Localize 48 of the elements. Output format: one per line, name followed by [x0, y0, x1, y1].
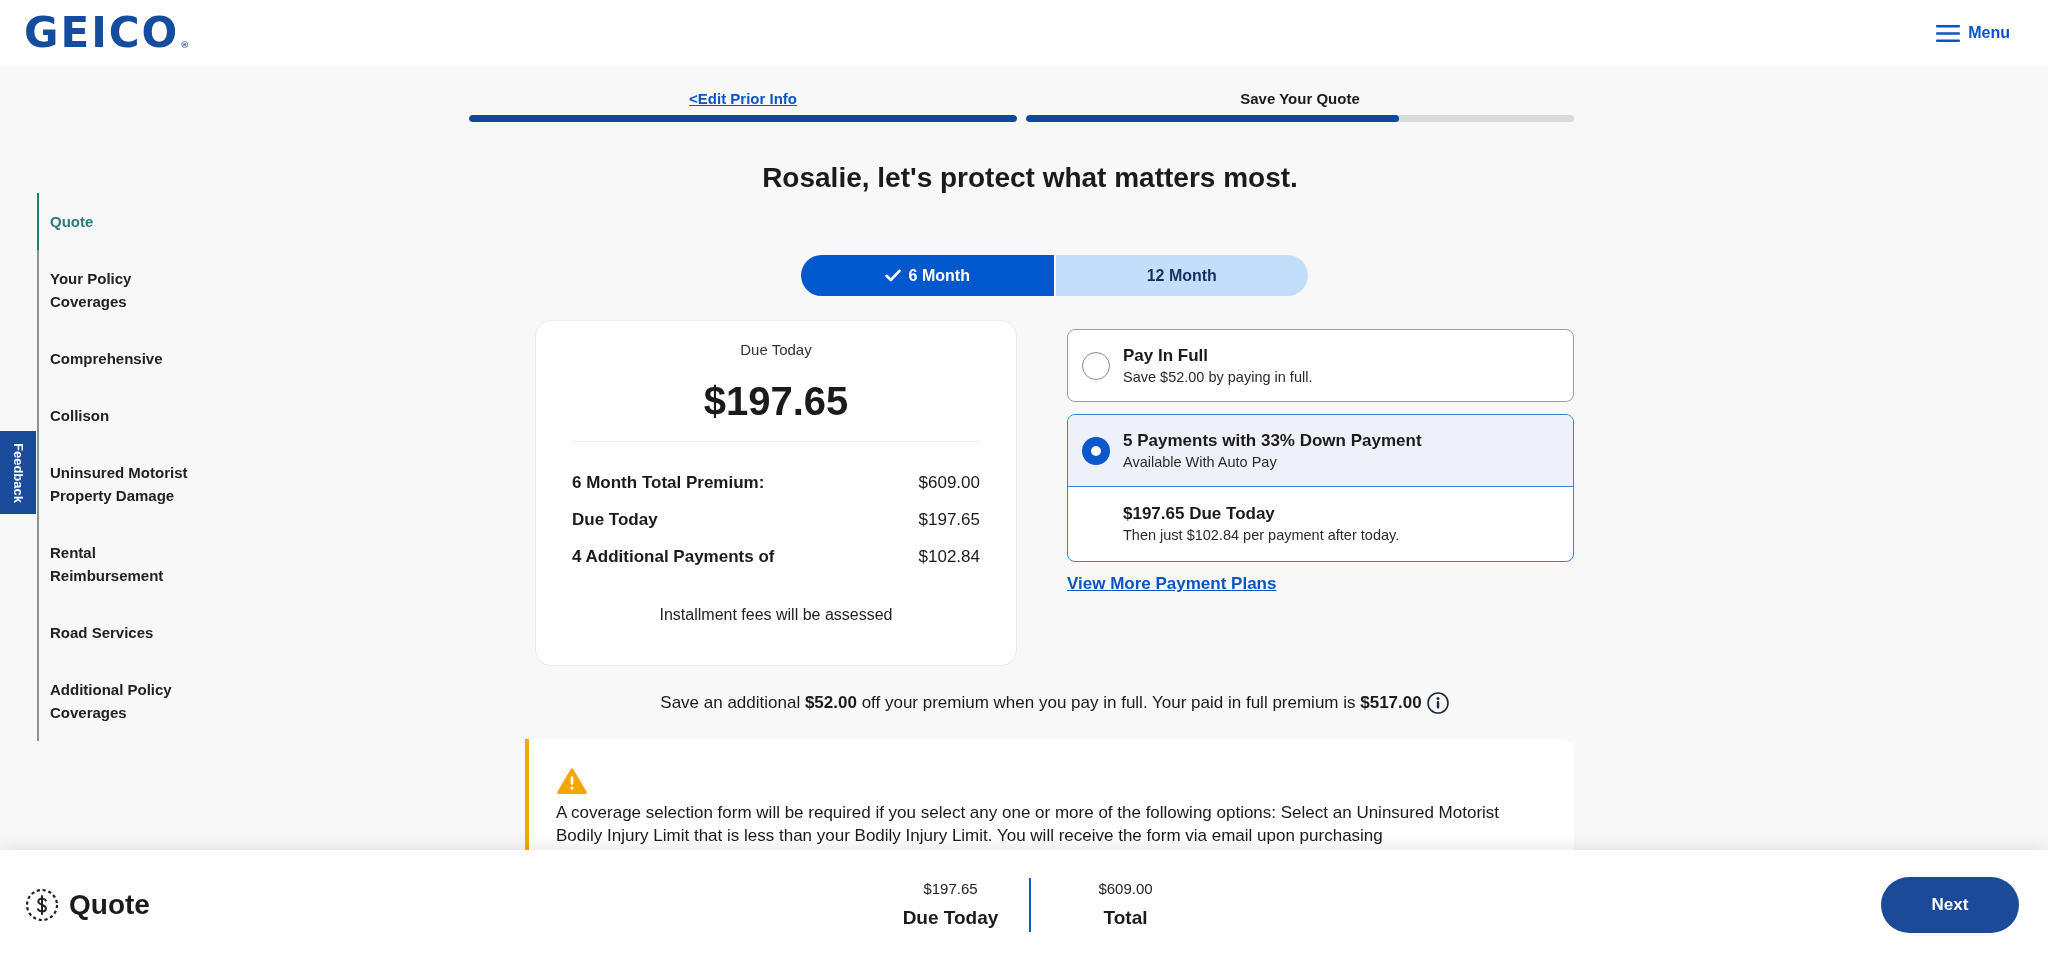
more-plans-link[interactable]: View More Payment Plans — [1067, 573, 1277, 595]
amount-label: Total — [1103, 906, 1148, 930]
menu-icon — [1936, 24, 1961, 42]
summary-caption: Due Today — [739, 341, 813, 359]
check-icon — [884, 269, 901, 282]
feedback-tab[interactable]: Feedback — [0, 431, 36, 514]
footer-title: Quote — [69, 887, 150, 922]
row-label: 6 Month Total Premium: — [572, 472, 765, 494]
payment-option[interactable]: 5 Payments with 33% Down Payment Available With Auto Pay $197.65 Due Today Then just $102.84 per payment after today. — [1067, 414, 1574, 562]
due-amount: $197.65 — [702, 378, 850, 425]
savings-note: Save an additional $52.00 off your premium when you pay in full. Your paid in full premium is $517.00 — [660, 692, 1422, 714]
option-subtitle: Save $52.00 by paying in full. — [1123, 367, 1313, 387]
sidebar-item[interactable]: Collison — [37, 387, 200, 444]
step-label: Save Your Quote — [1240, 90, 1360, 108]
menu-button[interactable]: Menu — [1936, 24, 2010, 42]
term-tab[interactable]: 12 Month — [1055, 255, 1308, 296]
payment-option[interactable]: Pay In Full Save $52.00 by paying in full. — [1067, 329, 1574, 402]
amount-value: $197.65 — [923, 879, 978, 899]
info-icon[interactable] — [1426, 692, 1449, 714]
sidebar-item[interactable]: Comprehensive — [37, 330, 200, 387]
radio-button[interactable] — [1082, 436, 1110, 465]
step-link[interactable]: <Edit Prior Info — [689, 90, 797, 108]
sidebar-item[interactable]: Uninsured Motorist Property Damage — [37, 444, 200, 524]
page-heading: Rosalie, let's protect what matters most. — [761, 161, 1299, 195]
row-value: $102.84 — [918, 546, 980, 568]
fee-note: Installment fees will be assessed — [658, 606, 894, 624]
row-value: $197.65 — [918, 509, 980, 531]
sidebar-item[interactable]: Your Policy Coverages — [37, 250, 200, 330]
sidebar-item[interactable]: Rental Reimbursement — [37, 524, 200, 604]
term-tab[interactable]: 6 Month — [801, 255, 1054, 296]
option-subtitle: Available With Auto Pay — [1123, 452, 1278, 472]
row-label: 4 Additional Payments of — [572, 546, 775, 568]
detail-title: $197.65 Due Today — [1123, 503, 1276, 525]
amount-label: Due Today — [902, 906, 999, 930]
amount-value: $609.00 — [1098, 879, 1153, 899]
sidebar-item[interactable]: Quote — [37, 193, 200, 250]
row-label: Due Today — [572, 509, 658, 531]
detail-subtitle: Then just $102.84 per payment after today. — [1123, 526, 1401, 545]
warning-text: A coverage selection form will be required if you select any one or more of the following options: Select an Uninsured Motorist Bodily Injury Limit that is less than your Bodily Injury Limit. You will receive the form via email upon purchasing — [556, 802, 1501, 847]
dollar-circle-icon — [25, 887, 59, 922]
warning-icon — [556, 767, 588, 795]
option-title: 5 Payments with 33% Down Payment — [1123, 429, 1422, 452]
option-title: Pay In Full — [1123, 344, 1210, 367]
sidebar-item[interactable]: Additional Policy Coverages — [37, 661, 200, 741]
sidebar-item[interactable]: Road Services — [37, 604, 200, 661]
row-value: $609.00 — [918, 472, 980, 494]
next-button[interactable]: Next — [1881, 876, 2019, 933]
radio-button[interactable] — [1082, 351, 1110, 380]
